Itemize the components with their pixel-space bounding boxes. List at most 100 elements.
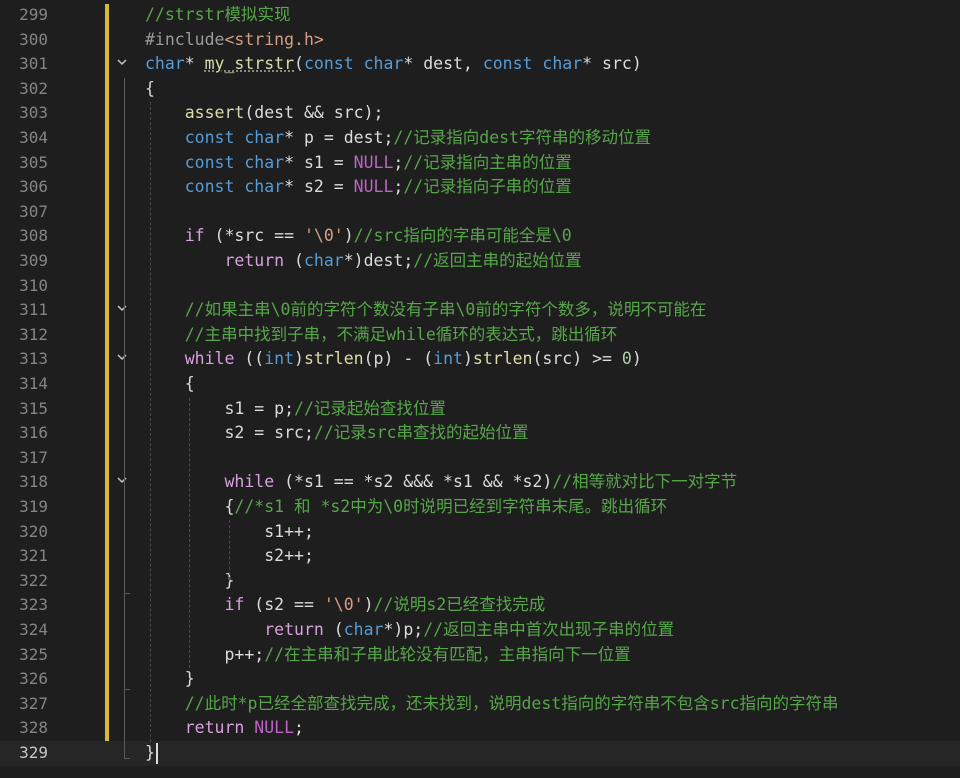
code-line[interactable]: 308 if (*src == '\0')//src指向的字串可能全是\0	[0, 224, 960, 249]
code-line[interactable]: 319 {//*s1 和 *s2中为\0时说明已经到字符串末尾。跳出循环	[0, 495, 960, 520]
code-text: //此时*p已经全部查找完成，还未找到，说明dest指向的字符串不包含src指向…	[145, 692, 839, 717]
code-line[interactable]: 307	[0, 200, 960, 225]
code-line[interactable]: 310	[0, 274, 960, 299]
code-token: char	[244, 152, 285, 172]
code-text: const char* p = dest;//记录指向dest字符串的移动位置	[145, 126, 651, 151]
code-text: const char* s2 = NULL;//记录指向子串的位置	[145, 175, 572, 200]
line-number: 318	[19, 472, 48, 492]
code-token: const	[184, 152, 235, 172]
line-number: 319	[19, 497, 48, 516]
code-token: //记录指向主串的位置	[403, 152, 572, 172]
code-token: if	[224, 595, 245, 615]
code-text: p++;//在主串和子串此轮没有匹配，主串指向下一位置	[145, 643, 630, 668]
code-line[interactable]: 326 }	[0, 667, 960, 692]
code-token: * s1 =	[284, 152, 354, 172]
indent-guide	[150, 102, 151, 742]
code-token: const	[184, 177, 235, 197]
code-line[interactable]: 323 if (s2 == '\0')//说明s2已经查找完成	[0, 593, 960, 618]
code-token: (	[284, 251, 304, 270]
chevron-down-icon[interactable]	[113, 474, 131, 490]
code-token: s2 = src;	[145, 423, 314, 443]
code-line[interactable]: 309 return (char*)dest;//返回主串的起始位置	[0, 249, 960, 274]
chevron-down-icon[interactable]	[113, 351, 131, 367]
code-editor[interactable]: 299 //strstr模拟实现 300 #include<string.h> 301 c…	[0, 0, 960, 778]
code-line[interactable]: 305 const char* s1 = NULL;//记录指向主串的位置	[0, 151, 960, 176]
code-token: }	[145, 669, 195, 689]
line-number: 311	[19, 300, 48, 320]
code-line[interactable]: 306 const char* s2 = NULL;//记录指向子串的位置	[0, 175, 960, 200]
code-line[interactable]: 329}	[0, 741, 960, 766]
code-token: //记录指向子串的位置	[403, 177, 572, 197]
code-line[interactable]: 322 }	[0, 569, 960, 594]
fold-region-line	[124, 496, 125, 593]
code-token: char	[363, 54, 404, 74]
code-text: #include<string.h>	[145, 28, 324, 53]
code-line[interactable]: 316 s2 = src;//记录src串查找的起始位置	[0, 421, 960, 446]
code-token: //相等就对比下一对字节	[552, 472, 738, 492]
chevron-down-icon[interactable]	[113, 56, 131, 72]
code-token: ((	[234, 349, 265, 369]
code-line[interactable]: 300 #include<string.h>	[0, 28, 960, 53]
code-token: const	[184, 128, 235, 147]
line-number: 326	[19, 669, 48, 689]
line-number: 315	[19, 398, 48, 418]
code-line[interactable]: 301 char* my_strstr(const char* dest, con…	[0, 52, 960, 77]
code-token: )	[462, 349, 473, 369]
code-line[interactable]: 324 return (char*)p;//返回主串中首次出现子串的位置	[0, 618, 960, 643]
code-token: strlen	[303, 349, 364, 369]
code-token: //src指向的字串可能全是\0	[353, 226, 572, 246]
code-token: if	[184, 226, 205, 246]
code-line[interactable]: 318 while (*s1 == *s2 &&& *s1 && *s2)//相…	[0, 470, 960, 495]
code-token: (p) - (	[363, 349, 434, 369]
code-token: NULL	[353, 177, 394, 197]
line-number: 322	[19, 570, 48, 590]
code-line[interactable]: 320 s1++;	[0, 520, 960, 545]
code-token: '\0'	[303, 226, 344, 246]
chevron-down-icon[interactable]	[113, 302, 131, 318]
code-text: {//*s1 和 *s2中为\0时说明已经到字符串末尾。跳出循环	[145, 495, 667, 520]
code-token: (*src ==	[204, 226, 304, 246]
line-number: 324	[19, 620, 48, 639]
code-token: assert	[184, 103, 245, 123]
code-token: (dest && src);	[244, 103, 384, 123]
code-line[interactable]: 312 //主串中找到子串，不满足while循环的表达式，跳出循环	[0, 323, 960, 348]
code-line[interactable]: 325 p++;//在主串和子串此轮没有匹配，主串指向下一位置	[0, 643, 960, 668]
code-token: //如果主串\0前的字符个数没有子串\0前的字符个数多，说明不可能在	[184, 300, 707, 320]
code-line[interactable]: 299 //strstr模拟实现	[0, 3, 960, 28]
code-line[interactable]: 304 const char* p = dest;//记录指向dest字符串的移…	[0, 126, 960, 151]
code-line[interactable]: 321 s2++;	[0, 544, 960, 569]
code-token: )	[294, 349, 304, 369]
line-number: 305	[19, 152, 48, 172]
indent-guide	[189, 398, 190, 668]
code-token: //返回主串中首次出现子串的位置	[423, 620, 675, 639]
code-token: * dest,	[403, 54, 483, 74]
code-token: p++;	[145, 644, 265, 664]
code-token: char	[145, 54, 185, 74]
code-line[interactable]: 303 assert(dest && src);	[0, 101, 960, 126]
code-text: s2 = src;//记录src串查找的起始位置	[145, 421, 529, 446]
line-number: 321	[19, 546, 48, 566]
code-line[interactable]: 313 while ((int)strlen(p) - (int)strlen(…	[0, 347, 960, 372]
code-token: )	[363, 595, 374, 615]
code-line[interactable]: 317	[0, 446, 960, 471]
code-text: {	[145, 77, 155, 102]
code-line[interactable]: 315 s1 = p;//记录起始查找位置	[0, 397, 960, 422]
code-token: //记录src串查找的起始位置	[313, 423, 529, 443]
line-number: 328	[19, 718, 48, 738]
code-token: return	[224, 251, 285, 270]
code-line[interactable]: 314 {	[0, 372, 960, 397]
code-line[interactable]: 327 //此时*p已经全部查找完成，还未找到，说明dest指向的字符串不包含s…	[0, 692, 960, 717]
code-token: const	[303, 54, 354, 74]
code-text: if (s2 == '\0')//说明s2已经查找完成	[145, 593, 545, 618]
code-token: (src) >=	[532, 349, 622, 369]
code-line[interactable]: 302 {	[0, 77, 960, 102]
code-token: return	[264, 620, 324, 639]
code-line[interactable]: 328 return NULL;	[0, 716, 960, 741]
code-line[interactable]: 311 //如果主串\0前的字符个数没有子串\0前的字符个数多，说明不可能在	[0, 298, 960, 323]
code-token: }	[145, 743, 155, 762]
